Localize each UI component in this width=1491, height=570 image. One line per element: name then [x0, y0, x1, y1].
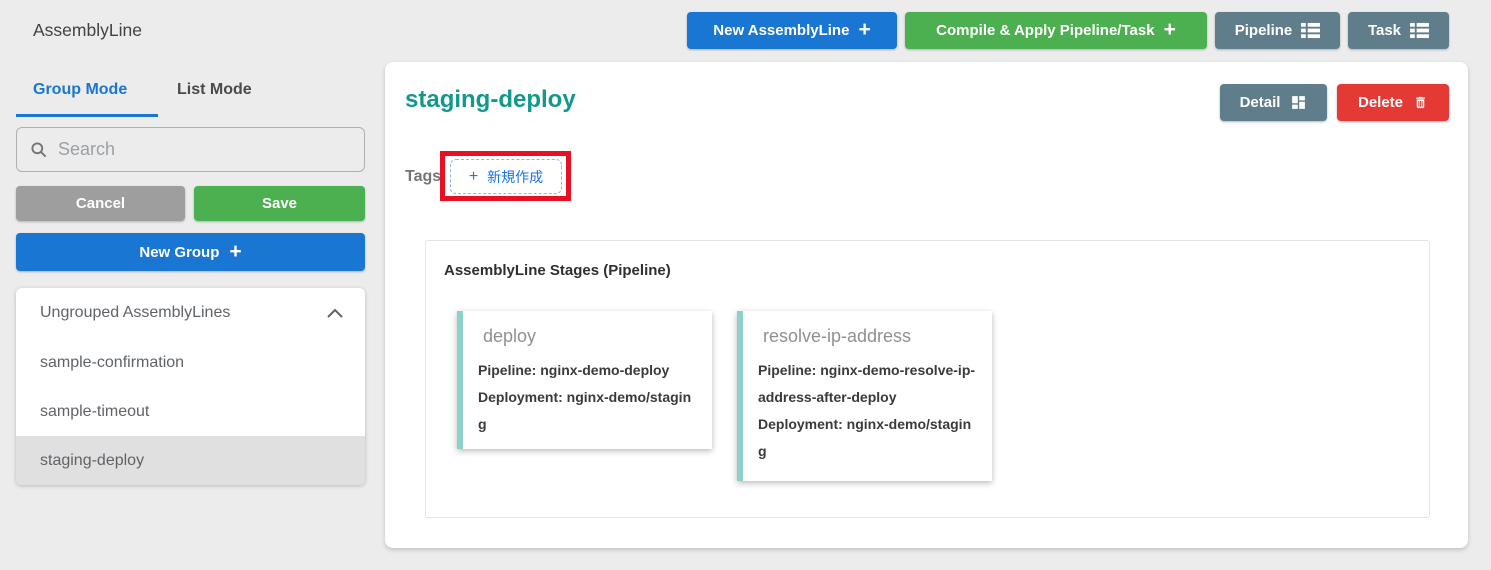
dashboard-icon — [1290, 94, 1307, 111]
table-list-icon — [1410, 22, 1429, 39]
chevron-up-icon[interactable] — [327, 308, 343, 318]
new-assemblyline-label: New AssemblyLine — [713, 22, 849, 39]
compile-apply-button[interactable]: Compile & Apply Pipeline/Task + — [905, 12, 1207, 49]
trash-icon — [1413, 94, 1428, 111]
pipeline-button[interactable]: Pipeline — [1215, 12, 1340, 49]
new-group-button[interactable]: New Group + — [16, 233, 365, 271]
task-label: Task — [1368, 22, 1401, 39]
new-tag-label: 新規作成 — [487, 167, 543, 187]
list-item-sample-timeout[interactable]: sample-timeout — [16, 387, 365, 436]
detail-button[interactable]: Detail — [1220, 84, 1327, 121]
stage-card-deploy[interactable]: deploy Pipeline: nginx-demo-deploy Deplo… — [457, 311, 712, 449]
stage-card-resolve-ip-address[interactable]: resolve-ip-address Pipeline: nginx-demo-… — [737, 311, 992, 481]
task-button[interactable]: Task — [1348, 12, 1449, 49]
search-icon — [29, 140, 48, 159]
compile-apply-label: Compile & Apply Pipeline/Task — [936, 22, 1154, 39]
stage-name: resolve-ip-address — [743, 311, 992, 351]
new-assemblyline-button[interactable]: New AssemblyLine + — [687, 12, 897, 49]
tab-group-mode[interactable]: Group Mode — [33, 81, 127, 99]
active-tab-underline — [16, 114, 158, 117]
assemblyline-list-panel: Ungrouped AssemblyLines sample-confirmat… — [16, 288, 365, 485]
stage-name: deploy — [463, 311, 712, 351]
search-box[interactable] — [16, 127, 365, 172]
page-title: staging-deploy — [405, 86, 576, 114]
app-title: AssemblyLine — [33, 20, 142, 41]
stage-deployment: Deployment: nginx-demo/staging — [758, 411, 978, 465]
stages-panel: AssemblyLine Stages (Pipeline) deploy Pi… — [425, 240, 1430, 518]
save-button[interactable]: Save — [194, 186, 365, 221]
stage-pipeline: Pipeline: nginx-demo-deploy — [478, 357, 698, 384]
stage-deployment: Deployment: nginx-demo/staging — [478, 384, 698, 438]
plus-icon: + — [469, 168, 478, 186]
pipeline-label: Pipeline — [1235, 22, 1293, 39]
plus-icon: + — [229, 241, 241, 262]
detail-label: Detail — [1240, 94, 1281, 111]
new-group-label: New Group — [139, 244, 219, 261]
plus-icon: + — [1164, 19, 1176, 40]
delete-label: Delete — [1358, 94, 1403, 111]
tags-label: Tags: — [405, 168, 446, 186]
stage-pipeline: Pipeline: nginx-demo-resolve-ip-address-… — [758, 357, 978, 411]
tab-list-mode[interactable]: List Mode — [177, 81, 252, 99]
main-panel: staging-deploy Detail Delete Tags: + 新規作… — [385, 62, 1468, 548]
group-title: Ungrouped AssemblyLines — [40, 304, 230, 322]
table-list-icon — [1301, 22, 1320, 39]
list-item-sample-confirmation[interactable]: sample-confirmation — [16, 338, 365, 387]
stages-title: AssemblyLine Stages (Pipeline) — [444, 262, 671, 279]
list-item-staging-deploy[interactable]: staging-deploy — [16, 436, 365, 485]
cancel-button[interactable]: Cancel — [16, 186, 185, 221]
plus-icon: + — [858, 19, 870, 40]
search-input[interactable] — [58, 139, 352, 160]
new-tag-button[interactable]: + 新規作成 — [450, 159, 562, 194]
delete-button[interactable]: Delete — [1337, 84, 1449, 121]
ungrouped-group-header[interactable]: Ungrouped AssemblyLines — [16, 288, 365, 338]
